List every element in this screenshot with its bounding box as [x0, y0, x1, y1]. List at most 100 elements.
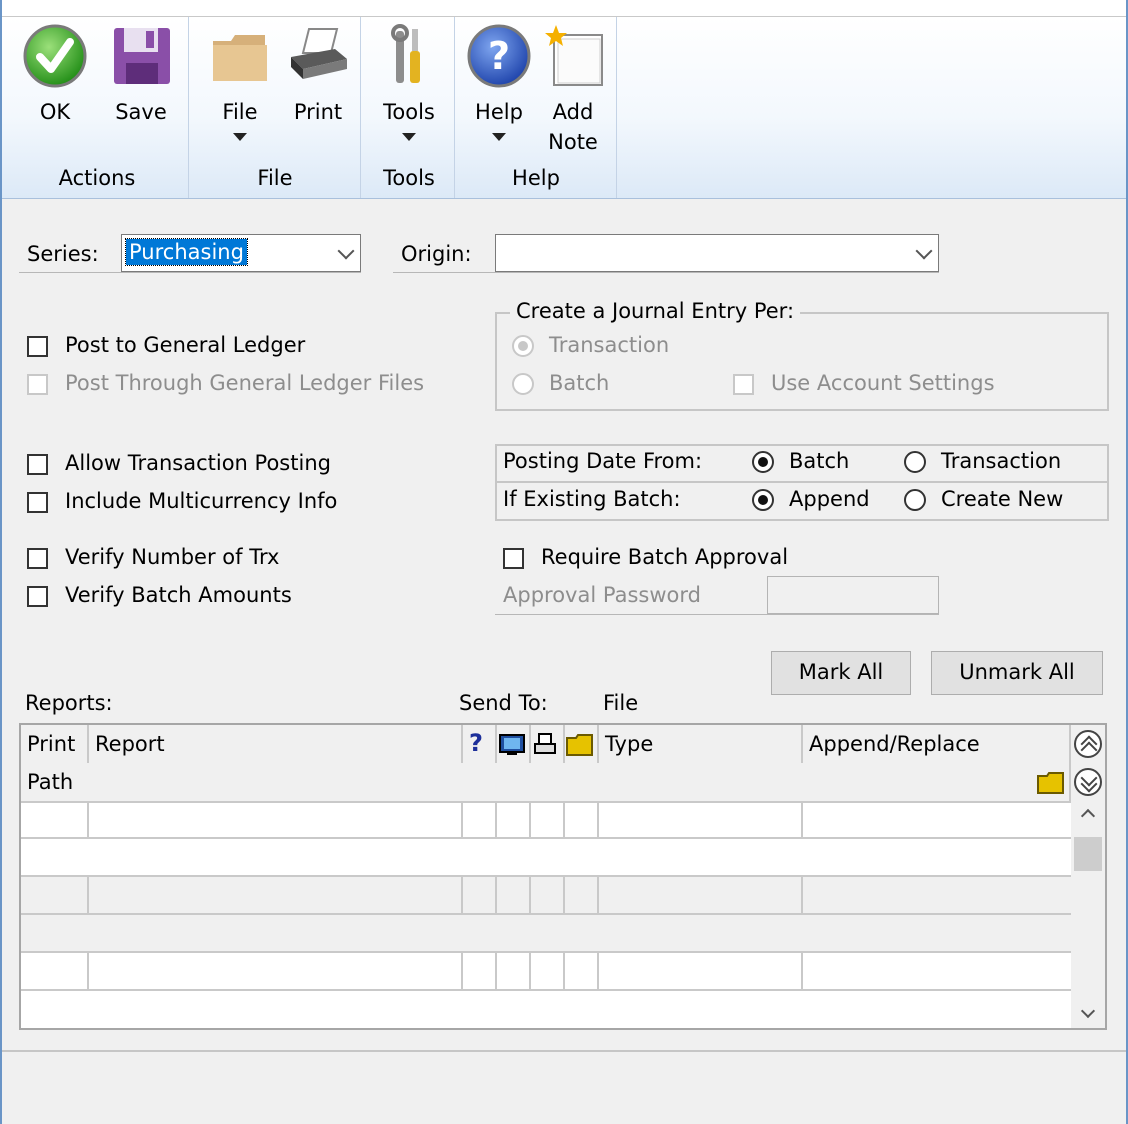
save-label: Save [115, 100, 167, 124]
posting-date-batch-label: Batch [789, 449, 850, 473]
verify-batch-amounts-checkbox[interactable] [27, 586, 48, 607]
col-print-header[interactable]: Print [27, 732, 75, 756]
vertical-scrollbar[interactable] [1071, 801, 1105, 1028]
group-tools-label: Tools [383, 166, 435, 190]
approval-password-label: Approval Password [503, 583, 701, 607]
chevron-down-icon [492, 133, 506, 141]
expand-rows-button[interactable] [1074, 768, 1102, 796]
col-append-replace-header[interactable]: Append/Replace [809, 732, 980, 756]
group-help-label: Help [512, 166, 560, 190]
existing-create-new-label: Create New [941, 487, 1064, 511]
journal-transaction-label: Transaction [549, 333, 670, 357]
svg-text:?: ? [488, 34, 510, 78]
verify-number-trx-checkbox[interactable] [27, 548, 48, 569]
chevron-down-icon [402, 133, 416, 141]
posting-date-batch-radio[interactable] [752, 451, 774, 473]
scroll-down-arrow-icon[interactable] [1080, 1003, 1096, 1019]
note-icon [545, 25, 603, 86]
col-report-header[interactable]: Report [95, 732, 165, 756]
post-through-gl-files-checkbox[interactable] [27, 374, 48, 395]
help-icon: ? [467, 24, 531, 88]
browse-folder-icon[interactable] [1037, 772, 1065, 794]
status-bar-divider [2, 1050, 1126, 1052]
verify-batch-amounts-label: Verify Batch Amounts [65, 583, 292, 607]
origin-dropdown[interactable] [495, 234, 939, 272]
if-existing-batch-label: If Existing Batch: [503, 487, 681, 511]
series-dropdown[interactable]: Purchasing [121, 234, 361, 272]
print-label: Print [293, 100, 343, 124]
ok-button[interactable]: OK [20, 23, 90, 127]
file-column-group-label: File [603, 691, 639, 715]
existing-create-new-radio[interactable] [904, 489, 926, 511]
floppy-disk-icon [114, 28, 170, 84]
journal-batch-radio[interactable] [512, 373, 534, 395]
post-through-gl-files-label: Post Through General Ledger Files [65, 371, 425, 395]
save-button[interactable]: Save [105, 23, 177, 127]
existing-append-radio[interactable] [752, 489, 774, 511]
origin-label: Origin: [401, 242, 472, 266]
group-actions-label: Actions [58, 166, 136, 190]
series-label: Series: [27, 242, 99, 266]
ribbon: OK Save Actions File Print File Tools To… [2, 17, 1126, 199]
ok-label: OK [39, 100, 71, 124]
checkmark-icon [23, 24, 87, 88]
post-to-gl-label: Post to General Ledger [65, 333, 306, 357]
col-help-header[interactable]: ? [469, 729, 483, 757]
ribbon-separator [454, 17, 455, 198]
use-account-settings-checkbox[interactable] [733, 374, 754, 395]
unmark-all-button[interactable]: Unmark All [931, 651, 1103, 695]
require-batch-approval-label: Require Batch Approval [541, 545, 789, 569]
file-menu-button[interactable]: File [205, 23, 275, 141]
tools-label: Tools [383, 100, 435, 124]
scroll-up-arrow-icon[interactable] [1080, 808, 1096, 824]
reports-grid: Print Report ? Type Append/Replace Path [19, 723, 1107, 1030]
ribbon-separator [188, 17, 189, 198]
mark-all-button[interactable]: Mark All [771, 651, 911, 695]
use-account-settings-label: Use Account Settings [771, 371, 995, 395]
verify-number-trx-label: Verify Number of Trx [65, 545, 280, 569]
posting-options-divider [497, 481, 1107, 483]
add-note-label-line2: Note [548, 130, 598, 154]
help-menu-button[interactable]: ? Help [464, 23, 534, 141]
existing-append-label: Append [789, 487, 870, 511]
col-type-header[interactable]: Type [605, 732, 653, 756]
printer-icon[interactable] [533, 732, 557, 756]
chevron-down-icon [915, 242, 933, 260]
approval-password-input[interactable] [767, 576, 939, 614]
send-to-label: Send To: [459, 691, 548, 715]
journal-groupbox-title: Create a Journal Entry Per: [510, 299, 801, 323]
include-multicurrency-label: Include Multicurrency Info [65, 489, 338, 513]
ribbon-separator [360, 17, 361, 198]
tools-menu-button[interactable]: Tools [374, 23, 444, 141]
allow-transaction-posting-checkbox[interactable] [27, 454, 48, 475]
scrollbar-thumb[interactable] [1074, 837, 1102, 871]
include-multicurrency-checkbox[interactable] [27, 492, 48, 513]
ribbon-separator [616, 17, 617, 198]
group-file-label: File [257, 166, 293, 190]
folder-icon [213, 35, 267, 81]
collapse-rows-button[interactable] [1074, 730, 1102, 759]
grid-header-path-row [21, 763, 1105, 803]
screen-icon[interactable] [499, 734, 525, 756]
allow-transaction-posting-label: Allow Transaction Posting [65, 451, 331, 475]
print-button[interactable]: Print [282, 23, 354, 127]
reports-label: Reports: [25, 691, 113, 715]
posting-date-from-label: Posting Date From: [503, 449, 703, 473]
post-to-gl-checkbox[interactable] [27, 336, 48, 357]
chevron-down-icon [337, 242, 355, 260]
col-path-header[interactable]: Path [27, 770, 73, 794]
window-title-bar [0, 0, 1128, 17]
help-label: Help [475, 100, 523, 124]
table-row[interactable] [21, 877, 1071, 953]
add-note-label-line1: Add [552, 100, 594, 124]
require-batch-approval-checkbox[interactable] [503, 548, 524, 569]
journal-entry-groupbox [495, 312, 1109, 411]
posting-date-transaction-label: Transaction [941, 449, 1062, 473]
folder-icon[interactable] [566, 734, 594, 756]
journal-transaction-radio[interactable] [512, 335, 534, 357]
posting-date-transaction-radio[interactable] [904, 451, 926, 473]
journal-batch-label: Batch [549, 371, 610, 395]
series-selected-value: Purchasing [125, 238, 248, 266]
add-note-button[interactable]: Add Note [537, 23, 609, 157]
chevron-down-icon [233, 133, 247, 141]
